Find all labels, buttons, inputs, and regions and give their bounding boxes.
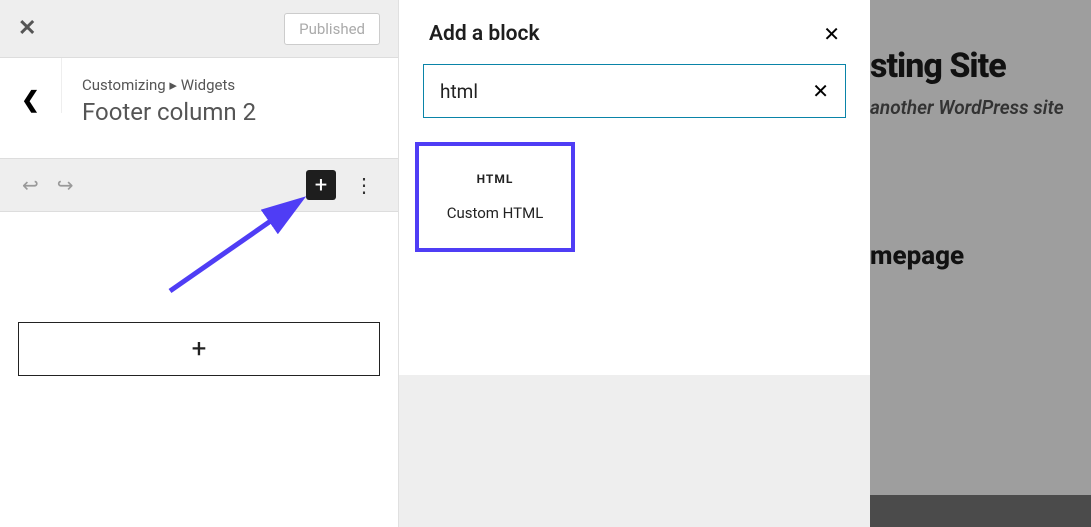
- site-preview-overlay: sting Site another WordPress site mepage: [870, 0, 1091, 527]
- search-input[interactable]: [440, 80, 812, 103]
- editor-toolbar: ↩ ↪ + ⋮: [0, 158, 398, 212]
- add-block-button[interactable]: +: [306, 170, 336, 200]
- breadcrumb-root: Customizing: [82, 76, 166, 94]
- site-tagline-fragment: another WordPress site: [870, 96, 1091, 119]
- close-icon[interactable]: ✕: [18, 16, 36, 41]
- breadcrumb: Customizing ▸ Widgets: [82, 76, 378, 94]
- inserter-title: Add a block: [429, 22, 540, 46]
- page-title: Footer column 2: [82, 98, 378, 126]
- undo-icon[interactable]: ↩: [22, 173, 39, 197]
- customizer-sidebar: ✕ Published ❮ Customizing ▸ Widgets Foot…: [0, 0, 398, 527]
- publish-button[interactable]: Published: [284, 13, 380, 45]
- breadcrumb-body: Customizing ▸ Widgets Footer column 2: [62, 58, 398, 146]
- add-block-placeholder[interactable]: +: [18, 322, 380, 376]
- customizer-topbar: ✕ Published: [0, 0, 398, 58]
- breadcrumb-parent: Widgets: [181, 76, 235, 94]
- breadcrumb-sep-icon: ▸: [169, 76, 177, 94]
- search-box: ✕: [423, 64, 846, 118]
- preview-link-fragment: mepage: [870, 241, 1091, 271]
- search-wrap: ✕: [399, 64, 870, 118]
- widget-area: +: [0, 212, 398, 376]
- chevron-left-icon[interactable]: ❮: [21, 88, 39, 113]
- block-inserter-panel: Add a block ✕ ✕ HTML Custom HTML: [398, 0, 870, 527]
- clear-icon[interactable]: ✕: [812, 79, 829, 103]
- more-options-icon[interactable]: ⋮: [352, 173, 376, 197]
- inserter-header: Add a block ✕: [399, 0, 870, 64]
- inserter-footer: [399, 375, 870, 527]
- site-title-fragment: sting Site: [870, 46, 1091, 86]
- preview-footer-strip: [870, 495, 1091, 527]
- block-results: HTML Custom HTML: [399, 118, 870, 276]
- block-option-custom-html[interactable]: HTML Custom HTML: [415, 142, 575, 252]
- back-cell: ❮: [0, 58, 62, 113]
- block-option-label: Custom HTML: [447, 204, 544, 222]
- breadcrumb-row: ❮ Customizing ▸ Widgets Footer column 2: [0, 58, 398, 158]
- html-icon: HTML: [477, 172, 514, 186]
- preview-content: sting Site another WordPress site mepage: [870, 0, 1091, 271]
- redo-icon[interactable]: ↪: [57, 173, 74, 197]
- close-icon[interactable]: ✕: [823, 22, 840, 46]
